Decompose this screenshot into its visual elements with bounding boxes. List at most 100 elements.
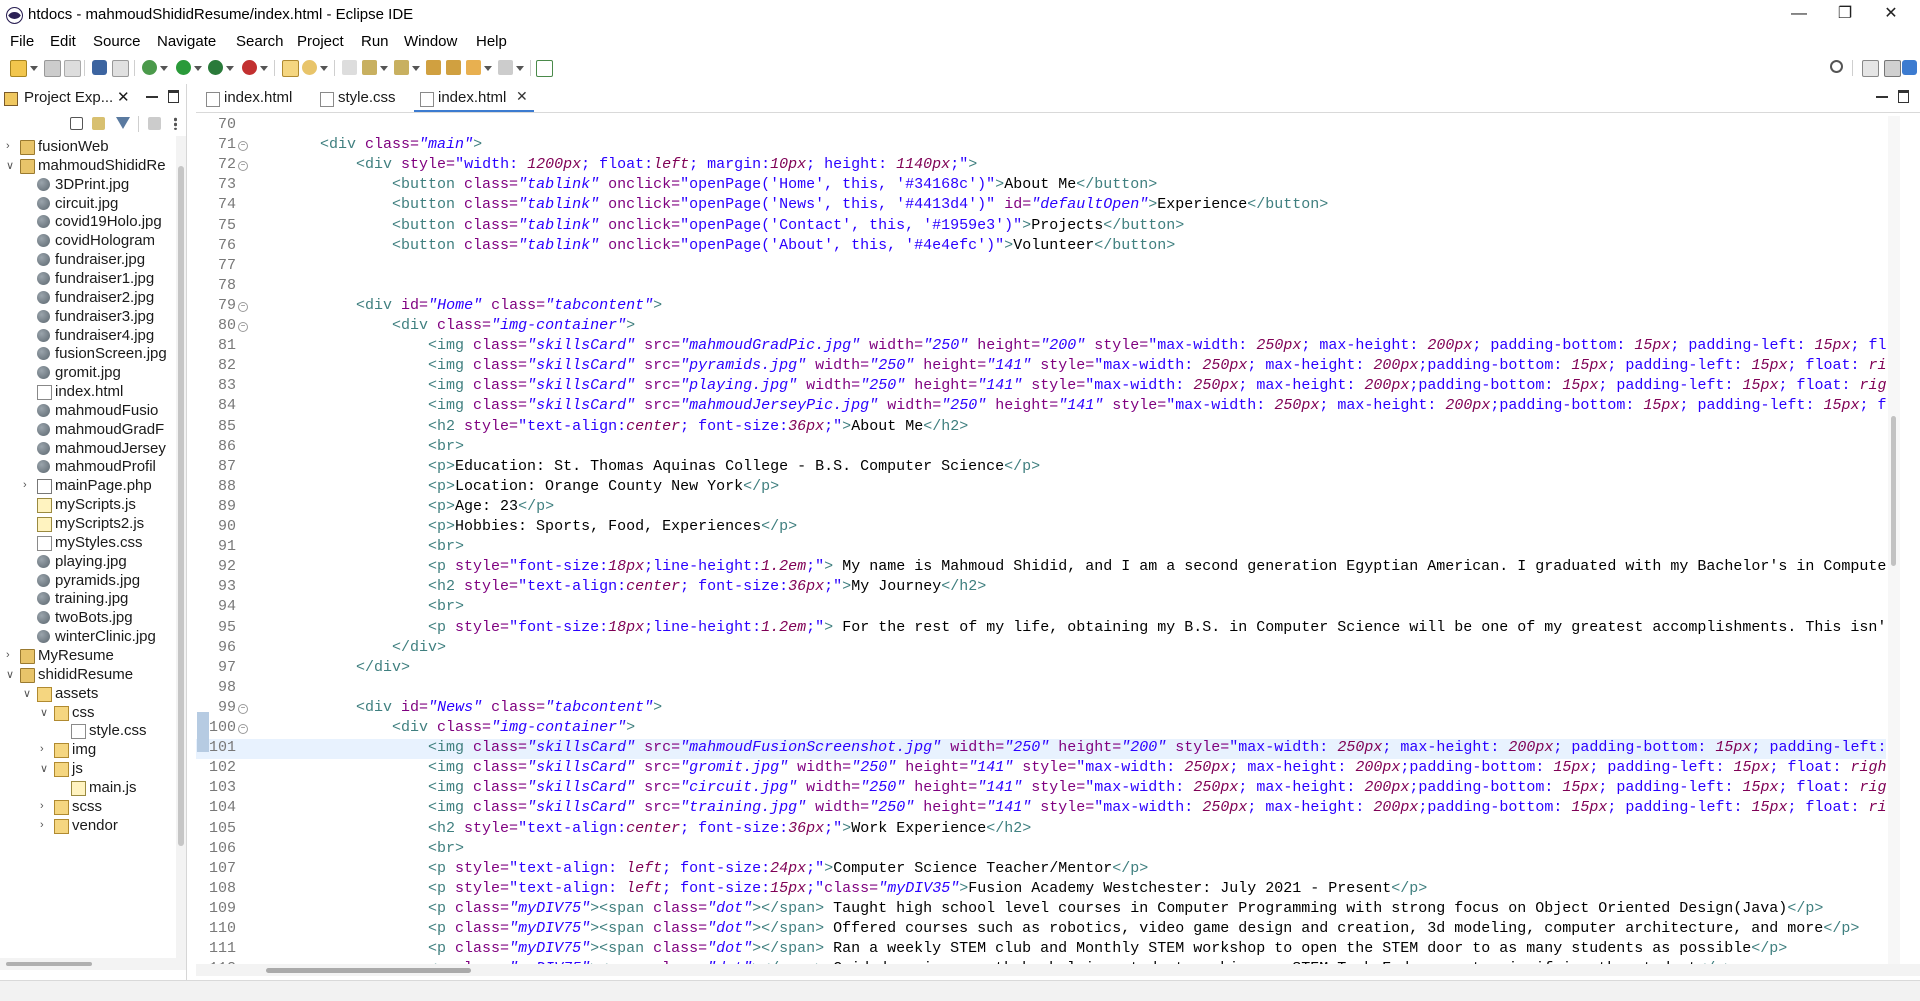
code-line[interactable]: 89 <p>Age: 23</p>	[196, 498, 1886, 518]
code-line[interactable]: 108 <p style="text-align: left; font-siz…	[196, 880, 1886, 900]
project-explorer-horizontal-scrollbar[interactable]	[0, 958, 186, 970]
code-line[interactable]: 77	[196, 257, 1886, 277]
code-line[interactable]: 87 <p>Education: St. Thomas Aquinas Coll…	[196, 458, 1886, 478]
chevron-right-icon[interactable]: ›	[6, 649, 16, 661]
web-perspective-icon[interactable]	[1902, 60, 1917, 75]
minimize-button[interactable]: —	[1776, 0, 1822, 30]
code-line[interactable]: 106 <br>	[196, 840, 1886, 860]
tree-item[interactable]: › vendor	[0, 815, 176, 838]
code-line[interactable]: 105 <h2 style="text-align:center; font-s…	[196, 820, 1886, 840]
chevron-right-icon[interactable]: ›	[6, 140, 16, 152]
save-icon[interactable]	[44, 60, 61, 77]
filter-icon[interactable]	[116, 117, 130, 129]
code-line[interactable]: 80− <div class="img-container">	[196, 317, 1886, 337]
code-editor[interactable]: 70 71− <div class="main"> 72− <div style="…	[196, 116, 1886, 964]
next-annotation-icon[interactable]	[362, 60, 377, 75]
code-line[interactable]: 98	[196, 679, 1886, 699]
menu-source[interactable]: Source	[93, 33, 141, 50]
minimize-editor-icon[interactable]	[1876, 90, 1888, 98]
forward-dropdown-icon[interactable]	[516, 66, 524, 71]
code-line[interactable]: 86 <br>	[196, 438, 1886, 458]
editor-tab-style-css[interactable]: style.css	[314, 88, 404, 110]
scrollbar-thumb[interactable]	[266, 968, 471, 973]
debug-icon[interactable]	[142, 60, 157, 75]
coverage-dropdown-icon[interactable]	[226, 66, 234, 71]
terminal-icon[interactable]	[92, 60, 107, 75]
chevron-right-icon[interactable]: ›	[40, 819, 50, 831]
code-line[interactable]: 72− <div style="width: 1200px; float:lef…	[196, 156, 1886, 176]
back-arrow-icon[interactable]	[466, 60, 481, 75]
fold-toggle-icon[interactable]: −	[238, 301, 248, 312]
code-line[interactable]: 99− <div id="News" class="tabcontent">	[196, 699, 1886, 719]
chevron-down-icon[interactable]: ∨	[40, 706, 50, 719]
collapse-all-icon[interactable]	[70, 117, 83, 130]
code-line[interactable]: 71− <div class="main">	[196, 136, 1886, 156]
menu-navigate[interactable]: Navigate	[157, 33, 216, 50]
menu-search[interactable]: Search	[236, 33, 284, 50]
code-line[interactable]: 83 <img class="skillsCard" src="playing.…	[196, 377, 1886, 397]
code-line[interactable]: 101 <img class="skillsCard" src="mahmoud…	[196, 739, 1886, 760]
scrollbar-thumb[interactable]	[1891, 416, 1896, 566]
open-folder-icon[interactable]	[282, 60, 299, 77]
fold-toggle-icon[interactable]: −	[238, 322, 248, 332]
new-icon[interactable]	[10, 60, 27, 77]
search-dropdown-icon[interactable]	[320, 66, 328, 71]
code-line[interactable]: 90 <p>Hobbies: Sports, Food, Experiences…	[196, 518, 1886, 538]
chevron-right-icon[interactable]: ›	[40, 743, 50, 755]
code-line[interactable]: 70	[196, 116, 1886, 136]
focus-icon[interactable]	[148, 117, 161, 130]
code-line[interactable]: 95 <p style="font-size:18px;line-height:…	[196, 619, 1886, 639]
external-tools-icon[interactable]	[242, 60, 257, 75]
search-tool-icon[interactable]	[302, 60, 317, 75]
chevron-right-icon[interactable]: ›	[40, 800, 50, 812]
code-line[interactable]: 107 <p style="text-align: left; font-siz…	[196, 860, 1886, 880]
code-line[interactable]: 82 <img class="skillsCard" src="pyramids…	[196, 357, 1886, 377]
chevron-right-icon[interactable]: ›	[23, 479, 33, 491]
code-line[interactable]: 100− <div class="img-container">	[196, 719, 1886, 739]
skip-breakpoints-icon[interactable]	[112, 60, 129, 77]
code-line[interactable]: 85 <h2 style="text-align:center; font-si…	[196, 418, 1886, 438]
code-line[interactable]: 78	[196, 277, 1886, 297]
next-annotation-dropdown-icon[interactable]	[380, 66, 388, 71]
view-menu-icon[interactable]	[174, 117, 177, 130]
menu-help[interactable]: Help	[476, 33, 507, 50]
code-line[interactable]: 102 <img class="skillsCard" src="gromit.…	[196, 759, 1886, 779]
menu-window[interactable]: Window	[404, 33, 457, 50]
editor-horizontal-scrollbar[interactable]	[196, 964, 1920, 976]
resource-perspective-icon[interactable]	[1884, 60, 1901, 77]
chevron-down-icon[interactable]: ∨	[23, 687, 33, 700]
code-line[interactable]: 104 <img class="skillsCard" src="trainin…	[196, 799, 1886, 819]
code-line[interactable]: 88 <p>Location: Orange County New York</…	[196, 478, 1886, 498]
close-icon[interactable]: ✕	[117, 88, 130, 106]
toggle-mark-icon[interactable]	[342, 60, 357, 75]
run-icon[interactable]	[176, 60, 191, 75]
code-line[interactable]: 79− <div id="Home" class="tabcontent">	[196, 297, 1886, 317]
fold-toggle-icon[interactable]: −	[238, 141, 248, 152]
previous-annotation-dropdown-icon[interactable]	[412, 66, 420, 71]
run-dropdown-icon[interactable]	[194, 66, 202, 71]
fold-toggle-icon[interactable]: −	[238, 161, 248, 172]
menu-run[interactable]: Run	[361, 33, 389, 50]
menu-file[interactable]: File	[10, 33, 34, 50]
scrollbar-thumb[interactable]	[178, 166, 184, 846]
maximize-editor-icon[interactable]	[1898, 90, 1909, 103]
chevron-down-icon[interactable]: ∨	[6, 668, 16, 681]
fold-toggle-icon[interactable]: −	[238, 724, 248, 734]
link-with-editor-icon[interactable]	[92, 117, 105, 130]
code-line[interactable]: 73 <button class="tablink" onclick="open…	[196, 176, 1886, 196]
chevron-down-icon[interactable]: ∨	[6, 159, 16, 172]
back-dropdown-icon[interactable]	[484, 66, 492, 71]
project-explorer-tab[interactable]: Project Exp... ✕	[2, 88, 130, 110]
minimize-view-icon[interactable]	[146, 90, 158, 98]
code-line[interactable]: 92 <p style="font-size:18px;line-height:…	[196, 558, 1886, 578]
code-line[interactable]: 75 <button class="tablink" onclick="open…	[196, 217, 1886, 237]
search-icon[interactable]	[1830, 60, 1843, 73]
scrollbar-thumb[interactable]	[6, 962, 92, 966]
editor-tab-index-html[interactable]: index.html	[200, 88, 304, 110]
code-line[interactable]: 110 <p class="myDIV75"><span class="dot"…	[196, 920, 1886, 940]
fold-toggle-icon[interactable]: −	[238, 703, 248, 714]
code-line[interactable]: 74 <button class="tablink" onclick="open…	[196, 196, 1886, 216]
editor-tab-index-html-active[interactable]: index.html ✕	[414, 88, 534, 112]
code-line[interactable]: 93 <h2 style="text-align:center; font-si…	[196, 578, 1886, 598]
save-all-icon[interactable]	[64, 60, 81, 77]
